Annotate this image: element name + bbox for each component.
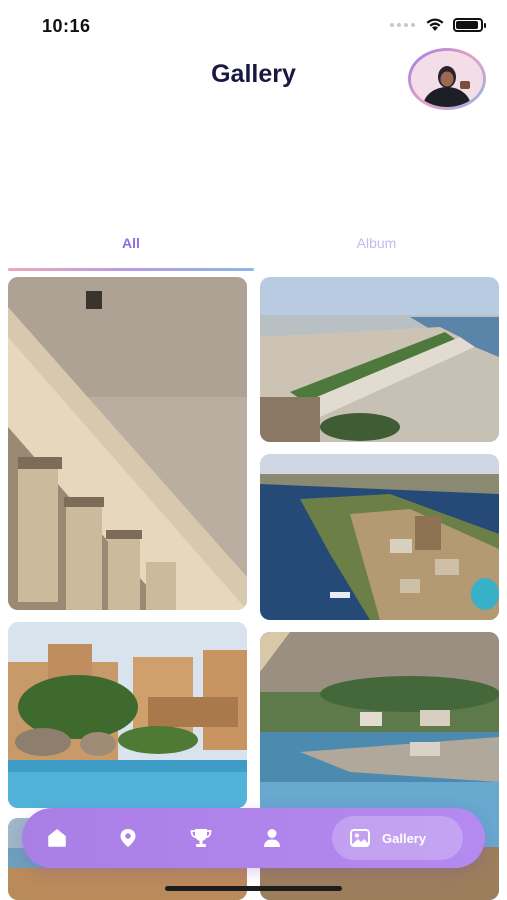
home-indicator <box>165 886 342 891</box>
user-icon <box>264 829 280 847</box>
nav-home-button[interactable] <box>41 822 73 854</box>
nav-gallery-button[interactable]: Gallery <box>332 816 463 860</box>
active-tab-indicator <box>8 268 254 271</box>
island-resort-aerial-photo[interactable] <box>260 454 499 620</box>
avatar-photo <box>411 51 483 107</box>
dam-aerial-photo[interactable] <box>260 277 499 442</box>
battery-level <box>456 20 478 29</box>
location-pin-icon <box>120 829 136 847</box>
image-icon <box>350 829 370 847</box>
temple-columns-photo[interactable] <box>8 277 247 610</box>
status-icons <box>390 17 486 32</box>
wifi-icon <box>426 18 444 31</box>
nav-location-button[interactable] <box>112 822 144 854</box>
nav-gallery-label: Gallery <box>382 830 427 846</box>
philae-temple-photo[interactable] <box>8 622 247 808</box>
home-icon <box>48 829 66 847</box>
tab-album[interactable]: Album <box>254 232 499 272</box>
trophy-icon <box>190 829 212 847</box>
profile-avatar[interactable] <box>408 48 486 110</box>
nav-trophy-button[interactable] <box>185 822 217 854</box>
bottom-nav: Gallery <box>22 808 485 868</box>
battery-icon <box>453 17 486 32</box>
nav-profile-button[interactable] <box>256 822 288 854</box>
tab-all[interactable]: All <box>8 232 254 272</box>
cellular-dots-icon <box>390 22 415 27</box>
status-bar: 10:16 <box>0 0 507 50</box>
avatar-ring <box>408 48 486 110</box>
gallery-tabs: All Album <box>8 232 499 272</box>
status-time: 10:16 <box>42 16 91 36</box>
